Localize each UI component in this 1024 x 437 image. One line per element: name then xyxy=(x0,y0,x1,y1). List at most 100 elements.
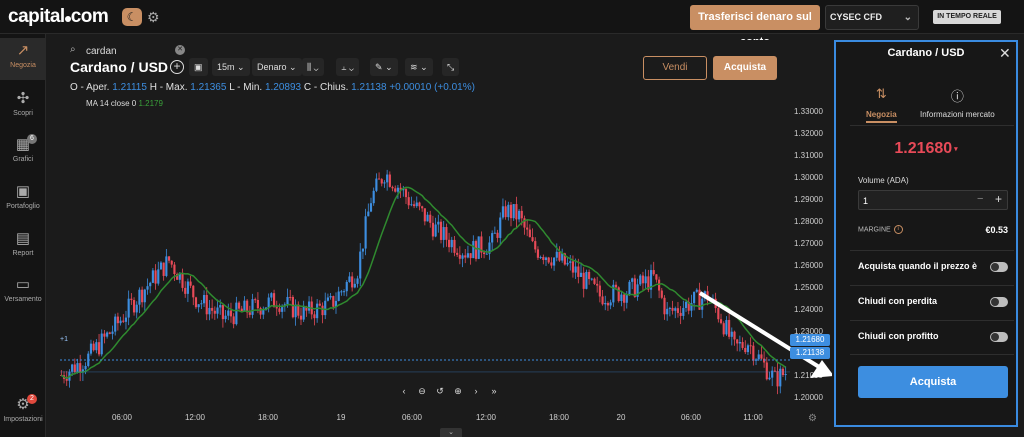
take-profit-toggle[interactable] xyxy=(990,332,1008,342)
sell-button[interactable]: Vendi xyxy=(643,56,707,80)
candle-body xyxy=(660,290,663,298)
candle-body xyxy=(520,210,523,219)
minus-icon[interactable]: − xyxy=(977,193,983,205)
candle-body xyxy=(332,296,335,307)
report-icon: ▤ xyxy=(15,230,31,247)
chart-area[interactable]: 1.33000 1.32000 1.31000 1.30000 1.29000 1.280… xyxy=(52,40,832,437)
layers-button[interactable]: ≋ ⌄ xyxy=(405,58,433,76)
plus-icon[interactable]: + xyxy=(995,192,1002,206)
clear-search-icon[interactable]: ✕ xyxy=(175,45,185,55)
zoom-out-icon[interactable]: ⊖ xyxy=(414,384,430,398)
buy-when-price-row[interactable]: Acquista quando il prezzo è xyxy=(850,250,1014,282)
candle-body xyxy=(682,307,685,316)
transfer-money-button[interactable]: Trasferisci denaro sul conto xyxy=(690,5,820,48)
scroll-right-icon[interactable]: › xyxy=(468,384,484,398)
volume-label: Volume (ADA) xyxy=(858,176,909,185)
capital-logo[interactable]: capital com xyxy=(8,6,109,28)
volume-stepper[interactable]: − + xyxy=(858,190,1008,210)
sidebar-item-label: Portafoglio xyxy=(6,203,40,210)
reset-view-icon[interactable]: ↺ xyxy=(432,384,448,398)
stop-loss-toggle[interactable] xyxy=(990,297,1008,307)
take-profit-row[interactable]: Chiudi con profitto xyxy=(850,320,1014,352)
candle-body xyxy=(342,291,346,293)
chart-type-button[interactable]: ▣ xyxy=(189,58,208,76)
briefcase-icon: ▣ xyxy=(15,183,31,200)
candle-body xyxy=(569,261,572,263)
candle-body xyxy=(469,253,472,259)
candle-body xyxy=(666,308,669,315)
sidebar-item-portafoglio[interactable]: ▣ Portafoglio xyxy=(0,179,46,221)
option-label: Acquista quando il prezzo è xyxy=(858,261,978,271)
candle-body xyxy=(625,294,628,303)
candle-body xyxy=(95,342,98,351)
close-icon[interactable]: ✕ xyxy=(999,45,1011,62)
candle-body xyxy=(722,323,725,335)
candle-body xyxy=(472,241,475,259)
collapse-panel-icon[interactable]: ⌄ xyxy=(440,428,462,437)
candle-body xyxy=(491,233,494,243)
chevron-down-icon: ⌄ xyxy=(313,62,319,72)
margin-label: MARGINE xyxy=(858,226,891,234)
candle-body xyxy=(97,342,101,355)
stop-loss-row[interactable]: Chiudi con perdita xyxy=(850,285,1014,317)
wallet-icon: ▭ xyxy=(15,276,31,293)
buy-when-price-toggle[interactable] xyxy=(990,262,1008,272)
account-select[interactable]: CYSEC CFD ⌄ xyxy=(825,5,919,30)
candle-body xyxy=(501,206,505,218)
candle-body xyxy=(184,287,187,294)
candle-body xyxy=(730,331,733,337)
sidebar-item-impostazioni[interactable]: ⚙ Impostazioni 2 xyxy=(0,392,46,434)
tab-divider xyxy=(850,125,1014,126)
price-type-select[interactable]: Denaro ⌄ xyxy=(252,58,302,76)
moving-average-line xyxy=(60,186,787,380)
fullscreen-button[interactable]: ⤡ xyxy=(442,58,460,76)
candle-body xyxy=(588,271,591,279)
position-marker[interactable]: +1 xyxy=(60,336,68,343)
sidebar-item-versamento[interactable]: ▭ Versamento xyxy=(0,272,46,314)
theme-toggle-icon[interactable]: ☾ xyxy=(122,8,142,26)
drawing-tools-button[interactable]: ✎ ⌄ xyxy=(370,58,398,76)
sidebar-item-report[interactable]: ▤ Report xyxy=(0,226,46,268)
candle-body xyxy=(717,308,720,320)
margin-value: €0.53 xyxy=(985,225,1008,235)
candle-body xyxy=(728,319,731,337)
timeframe-label: 15m xyxy=(217,62,235,72)
tab-negozia[interactable]: ⇅ Negozia xyxy=(866,86,897,123)
candles-style-button[interactable]: ⫼ ⌄ xyxy=(302,58,324,76)
price-chart[interactable]: 1.33000 1.32000 1.31000 1.30000 1.29000 1.280… xyxy=(52,40,832,437)
candle-body xyxy=(499,217,502,238)
candle-body xyxy=(181,272,184,288)
candle-body xyxy=(167,256,171,261)
sidebar-item-label: Impostazioni xyxy=(3,416,43,423)
candle-body xyxy=(439,221,443,240)
search-input[interactable] xyxy=(86,44,166,58)
candle-body xyxy=(609,302,612,306)
candle-body xyxy=(571,261,575,273)
candle-body xyxy=(337,291,340,301)
candle-body xyxy=(372,190,375,204)
candle-body xyxy=(719,319,723,324)
panel-buy-button[interactable]: Acquista xyxy=(858,366,1008,398)
sidebar-item-scopri[interactable]: ✣ Scopri xyxy=(0,86,46,128)
info-icon[interactable]: i xyxy=(893,225,903,234)
y-tick-label: 1.24000 xyxy=(794,305,823,314)
scroll-left-icon[interactable]: ‹ xyxy=(396,384,412,398)
sidebar-item-negozia[interactable]: ↗ Negozia xyxy=(0,38,46,80)
volume-input[interactable] xyxy=(863,194,953,207)
sidebar-item-grafici[interactable]: ▦ Grafici 6 xyxy=(0,132,46,174)
indicators-button[interactable]: ⫠ ⌄ xyxy=(336,58,359,76)
add-indicator-icon[interactable]: + xyxy=(170,60,184,74)
candle-body xyxy=(316,303,319,319)
tab-market-info[interactable]: ⓘ Informazioni mercato xyxy=(920,86,995,119)
candle-body xyxy=(186,281,189,294)
candle-body xyxy=(485,253,488,255)
candle-body xyxy=(146,286,149,290)
buy-button[interactable]: Acquista xyxy=(713,56,777,80)
candle-body xyxy=(65,378,68,381)
y-tick-label: 1.30000 xyxy=(794,173,823,182)
jump-to-end-icon[interactable]: » xyxy=(486,384,502,398)
instrument-search[interactable]: ⌕ ✕ xyxy=(70,44,185,58)
timeframe-select[interactable]: 15m ⌄ xyxy=(212,58,250,76)
zoom-in-icon[interactable]: ⊕ xyxy=(450,384,466,398)
settings-gear-icon[interactable]: ⚙ xyxy=(147,8,161,26)
